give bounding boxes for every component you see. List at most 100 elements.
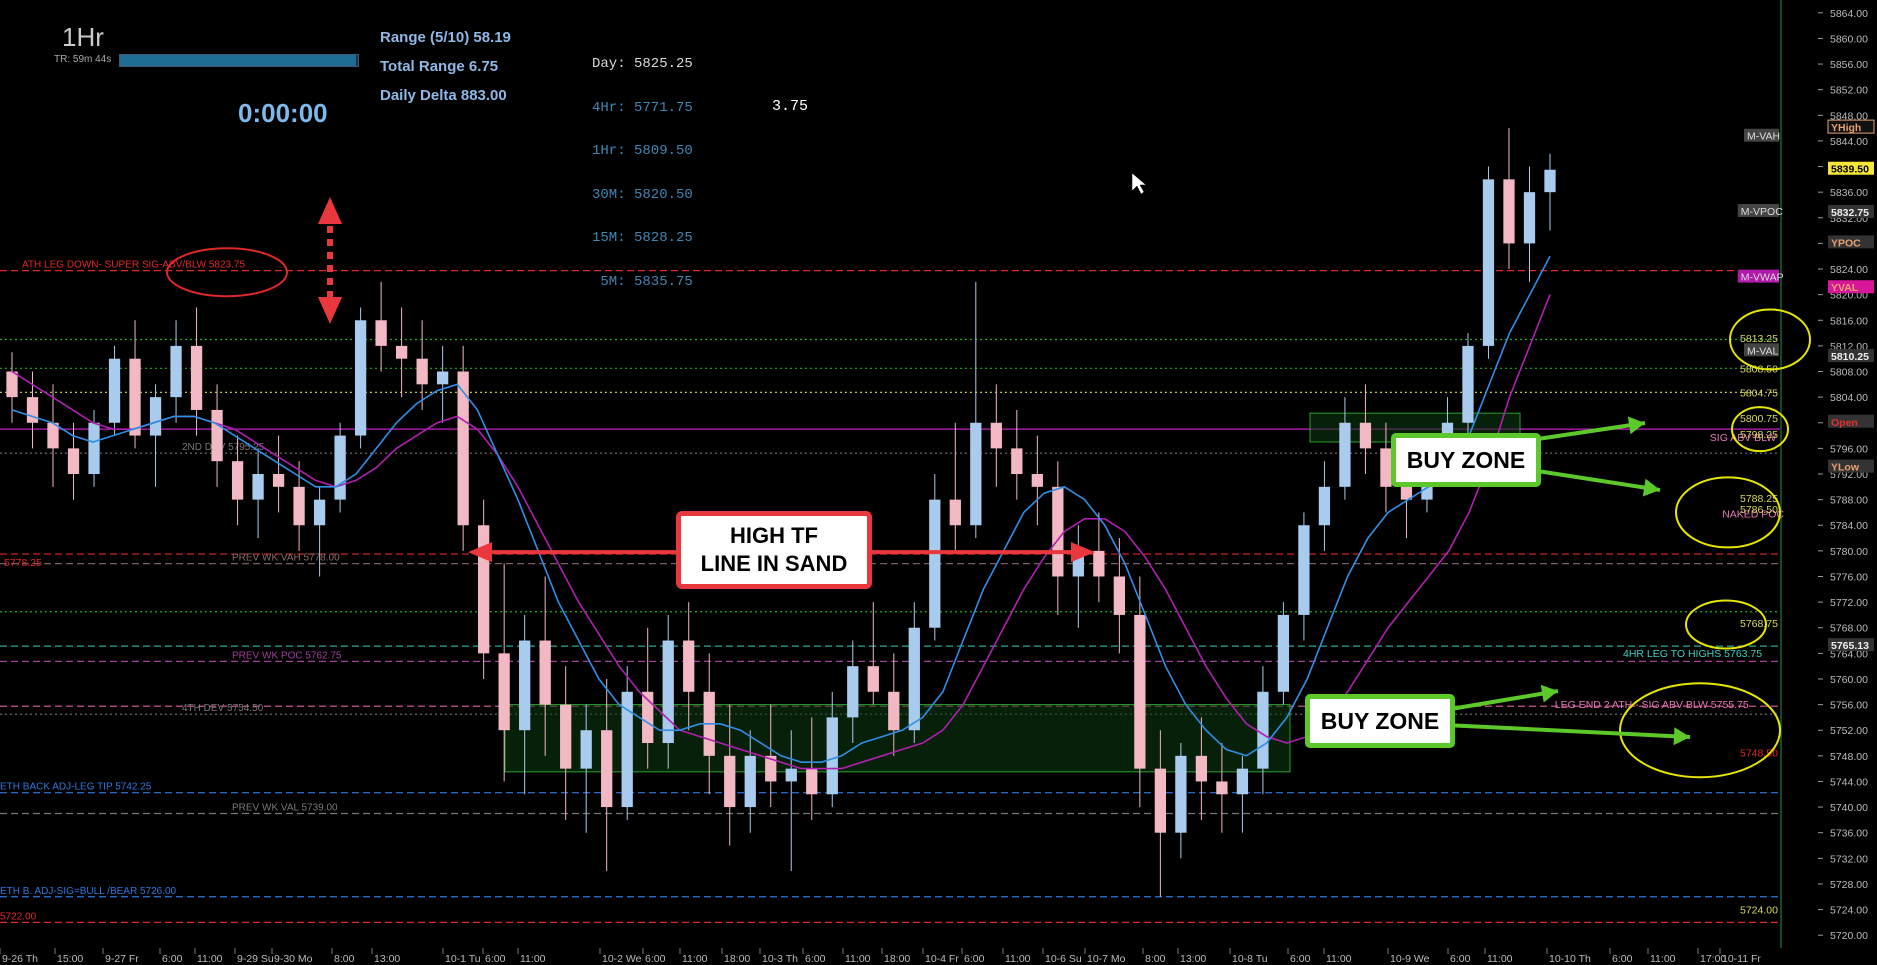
candle-body [498,653,510,731]
candle-body [724,755,736,808]
x-tick-label: 13:00 [374,953,400,965]
x-tick-label: 9-26 Th [2,953,38,965]
candle-body [1236,768,1249,795]
candle-body [949,499,961,526]
candle-body [1462,345,1474,423]
buy-zone-arrow [1444,723,1691,739]
axis-tag-label: 5832.75 [1831,207,1869,219]
x-tick-label: 10-8 Tu [1232,953,1268,965]
axis-tag-label: YHigh [1831,122,1861,134]
y-tick-label: 5744.00 [1830,776,1868,788]
x-tick-label: 11:00 [520,953,546,965]
x-tick-label: 10-7 Mo [1087,953,1126,965]
candle-body [1195,755,1208,782]
y-tick-label: 5852.00 [1830,85,1868,97]
candle-body [970,422,982,526]
candle-body [1175,755,1187,833]
y-tick-label: 5724.00 [1830,905,1868,917]
candle-body [211,409,223,462]
candle-body [847,666,859,718]
x-tick-label: 6:00 [805,953,826,965]
line-in-sand-line1: HIGH TF [730,523,818,548]
buy-zone-arrow [1444,689,1559,712]
candle-body [129,358,141,436]
y-tick-label: 5732.00 [1830,853,1868,865]
candle-body [1339,422,1351,487]
y-tick-label: 5756.00 [1830,700,1868,712]
x-tick-label: 10-2 We [602,953,642,965]
candle-body [1503,179,1515,244]
right-level-label: 4HR LEG TO HIGHS 5763.75 [1623,648,1762,660]
candle-body [929,499,941,628]
candle-body [806,768,818,795]
level-label: 4TH DEV 5754.50 [182,703,264,714]
candle-body [1093,550,1105,577]
level-label: ATH LEG DOWN- SUPER SIG-ABV/BLW 5823.75 [22,260,245,271]
price-chart[interactable]: 5720.00 5724.00 5728.00 5732.00 5736.00 5740.… [0,0,1877,965]
candle-body [662,640,674,744]
candle-body [293,486,305,526]
candle-body [395,345,408,359]
candle-body [1052,486,1064,577]
candle-body [437,371,449,385]
x-tick-label: 11:00 [682,953,708,965]
axis-tag-label: 5839.50 [1831,164,1869,176]
candle-body [1011,448,1023,474]
candle-body [47,422,59,449]
candle-body [190,345,203,410]
x-tick-label: 13:00 [1180,953,1206,965]
candle-body [252,474,264,500]
axis-tag-label: 5765.13 [1831,640,1869,652]
candle-body [560,704,572,769]
candle-body [1031,474,1043,487]
right-level-label: M-VPOC [1741,206,1783,218]
x-tick-label: 6:00 [162,953,183,965]
candle-body [334,435,346,500]
candle-body [539,640,551,705]
candle-body [1277,614,1290,692]
price-level-label: 5778.25 [4,557,42,569]
candle-body [1154,768,1167,833]
highlight-ellipse [1619,682,1781,779]
line-in-sand-callout: HIGH TF LINE IN SAND [676,511,872,589]
y-tick-label: 5788.00 [1830,495,1868,507]
candle-body [683,640,695,692]
price-level-label: 5798.25 [1740,429,1778,441]
candle-body [1257,691,1269,769]
level-label: 5722.00 [0,911,37,922]
line-in-sand-line2: LINE IN SAND [700,551,848,576]
price-level-label: 5813.25 [1740,333,1778,345]
y-tick-label: 5776.00 [1830,571,1868,583]
y-tick-label: 5728.00 [1830,879,1868,891]
candle-body [457,371,469,526]
candle-body [149,397,162,436]
y-tick-label: 5748.00 [1830,751,1868,763]
candle-body [519,640,531,731]
candle-body [354,320,367,436]
x-tick-label: 11:00 [1005,953,1031,965]
right-level-label: M-VAL [1747,345,1778,357]
x-tick-label: 9-29 Su [237,953,274,965]
price-level-label: 5786.50 [1740,504,1778,516]
y-tick-label: 5752.00 [1830,725,1868,737]
ath-highlight-ellipse [166,247,288,298]
x-tick-label: 6:00 [1612,953,1633,965]
buy-zone-arrow [1530,468,1661,492]
arrow-down-head [318,297,342,324]
buy-zone-arrowhead [1673,727,1690,746]
candle-body [1216,781,1228,795]
x-tick-label: 6:00 [645,953,666,965]
y-tick-label: 5780.00 [1830,546,1868,558]
candle-body [272,474,285,487]
x-tick-label: 10-3 Th [762,953,798,965]
candle-body [1113,576,1125,615]
candle-body [744,755,756,808]
candle-body [6,371,18,398]
x-tick-label: 10-9 We [1390,953,1430,965]
y-tick-label: 5856.00 [1830,59,1868,71]
y-tick-label: 5720.00 [1830,930,1868,942]
candle-body [908,627,920,731]
candle-body [1544,169,1556,193]
x-tick-label: 11:00 [845,953,871,965]
x-tick-label: 11:00 [1487,953,1513,965]
